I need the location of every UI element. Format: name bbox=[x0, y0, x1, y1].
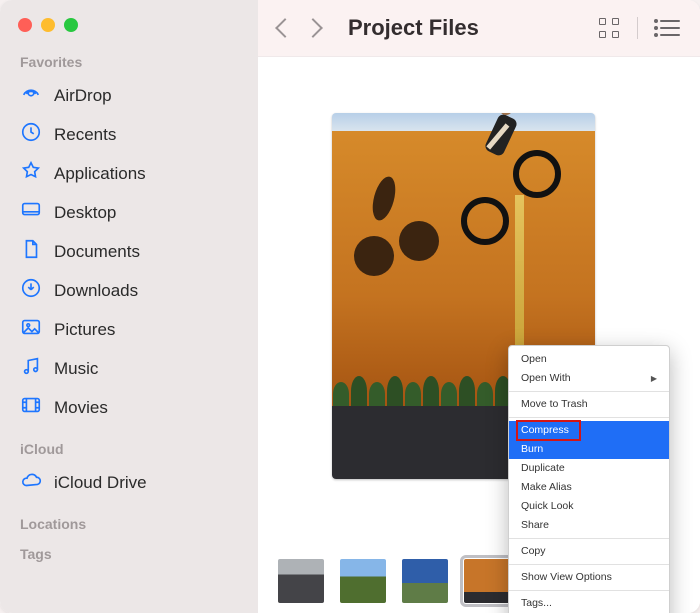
sidebar-item-applications[interactable]: Applications bbox=[14, 154, 244, 193]
menu-item-compress[interactable]: Compress bbox=[509, 421, 669, 440]
sidebar-item-label: Documents bbox=[54, 242, 140, 262]
menu-item-duplicate[interactable]: Duplicate bbox=[509, 459, 669, 478]
cloud-icon bbox=[20, 469, 42, 496]
applications-icon bbox=[20, 160, 42, 187]
sidebar-item-label: Movies bbox=[54, 398, 108, 418]
sidebar-item-label: Music bbox=[54, 359, 98, 379]
menu-item-label: Duplicate bbox=[521, 461, 565, 476]
desktop-icon bbox=[20, 199, 42, 226]
menu-item-open[interactable]: Open bbox=[509, 350, 669, 369]
menu-separator bbox=[509, 564, 669, 565]
music-icon bbox=[20, 355, 42, 382]
window-controls bbox=[18, 18, 244, 32]
toolbar-divider bbox=[637, 17, 638, 39]
menu-item-label: Open With bbox=[521, 371, 571, 386]
thumbnail-item-selected[interactable] bbox=[464, 559, 510, 603]
back-button[interactable] bbox=[275, 18, 295, 38]
sidebar-item-documents[interactable]: Documents bbox=[14, 232, 244, 271]
menu-item-tags[interactable]: Tags... bbox=[509, 594, 669, 613]
sidebar-item-pictures[interactable]: Pictures bbox=[14, 310, 244, 349]
menu-separator bbox=[509, 391, 669, 392]
menu-item-move-to-trash[interactable]: Move to Trash bbox=[509, 395, 669, 414]
menu-item-label: Show View Options bbox=[521, 570, 612, 585]
menu-item-label: Tags... bbox=[521, 596, 552, 611]
pictures-icon bbox=[20, 316, 42, 343]
menu-item-label: Open bbox=[521, 352, 547, 367]
finder-window: Favorites AirDrop Recents Applications D… bbox=[0, 0, 700, 613]
sidebar-item-label: Recents bbox=[54, 125, 116, 145]
sidebar-item-recents[interactable]: Recents bbox=[14, 115, 244, 154]
shadow-graphic bbox=[354, 181, 454, 281]
sidebar-item-desktop[interactable]: Desktop bbox=[14, 193, 244, 232]
thumbnail-item[interactable] bbox=[340, 559, 386, 603]
sidebar-item-icloud-drive[interactable]: iCloud Drive bbox=[14, 463, 244, 502]
menu-item-make-alias[interactable]: Make Alias bbox=[509, 478, 669, 497]
section-header-tags: Tags bbox=[20, 546, 244, 562]
menu-separator bbox=[509, 417, 669, 418]
page-title: Project Files bbox=[348, 15, 479, 41]
sidebar-item-label: Desktop bbox=[54, 203, 116, 223]
sidebar-item-label: AirDrop bbox=[54, 86, 112, 106]
sidebar-item-downloads[interactable]: Downloads bbox=[14, 271, 244, 310]
thumbnail-item[interactable] bbox=[278, 559, 324, 603]
sidebar-item-label: iCloud Drive bbox=[54, 473, 147, 493]
clock-icon bbox=[20, 121, 42, 148]
zoom-window-button[interactable] bbox=[64, 18, 78, 32]
minimize-window-button[interactable] bbox=[41, 18, 55, 32]
menu-item-show-view-options[interactable]: Show View Options bbox=[509, 568, 669, 587]
sidebar-item-movies[interactable]: Movies bbox=[14, 388, 244, 427]
menu-item-label: Move to Trash bbox=[521, 397, 588, 412]
menu-item-label: Copy bbox=[521, 544, 546, 559]
section-header-locations: Locations bbox=[20, 516, 244, 532]
sidebar-item-label: Applications bbox=[54, 164, 146, 184]
menu-separator bbox=[509, 538, 669, 539]
downloads-icon bbox=[20, 277, 42, 304]
menu-item-quick-look[interactable]: Quick Look bbox=[509, 497, 669, 516]
menu-item-label: Burn bbox=[521, 442, 543, 457]
menu-item-burn[interactable]: Burn bbox=[509, 440, 669, 459]
nav-arrows bbox=[278, 21, 320, 35]
menu-item-label: Make Alias bbox=[521, 480, 572, 495]
menu-separator bbox=[509, 590, 669, 591]
menu-item-open-with[interactable]: Open With ▶ bbox=[509, 369, 669, 388]
submenu-arrow-icon: ▶ bbox=[651, 371, 657, 386]
document-icon bbox=[20, 238, 42, 265]
menu-item-label: Compress bbox=[521, 423, 569, 438]
section-header-icloud: iCloud bbox=[20, 441, 244, 457]
close-window-button[interactable] bbox=[18, 18, 32, 32]
list-view-button[interactable] bbox=[660, 20, 680, 36]
sidebar-item-airdrop[interactable]: AirDrop bbox=[14, 76, 244, 115]
menu-item-copy[interactable]: Copy bbox=[509, 542, 669, 561]
toolbar: Project Files bbox=[258, 0, 700, 56]
menu-item-label: Quick Look bbox=[521, 499, 574, 514]
section-header-favorites: Favorites bbox=[20, 54, 244, 70]
airdrop-icon bbox=[20, 82, 42, 109]
forward-button[interactable] bbox=[303, 18, 323, 38]
movies-icon bbox=[20, 394, 42, 421]
thumbnail-item[interactable] bbox=[402, 559, 448, 603]
menu-item-share[interactable]: Share bbox=[509, 516, 669, 535]
icon-view-button[interactable] bbox=[599, 18, 619, 38]
sidebar-item-music[interactable]: Music bbox=[14, 349, 244, 388]
sidebar-item-label: Pictures bbox=[54, 320, 115, 340]
rider-graphic bbox=[463, 125, 573, 295]
menu-item-label: Share bbox=[521, 518, 549, 533]
sidebar-item-label: Downloads bbox=[54, 281, 138, 301]
sidebar: Favorites AirDrop Recents Applications D… bbox=[0, 0, 258, 613]
context-menu: Open Open With ▶ Move to Trash Compress Burn D… bbox=[508, 345, 670, 613]
